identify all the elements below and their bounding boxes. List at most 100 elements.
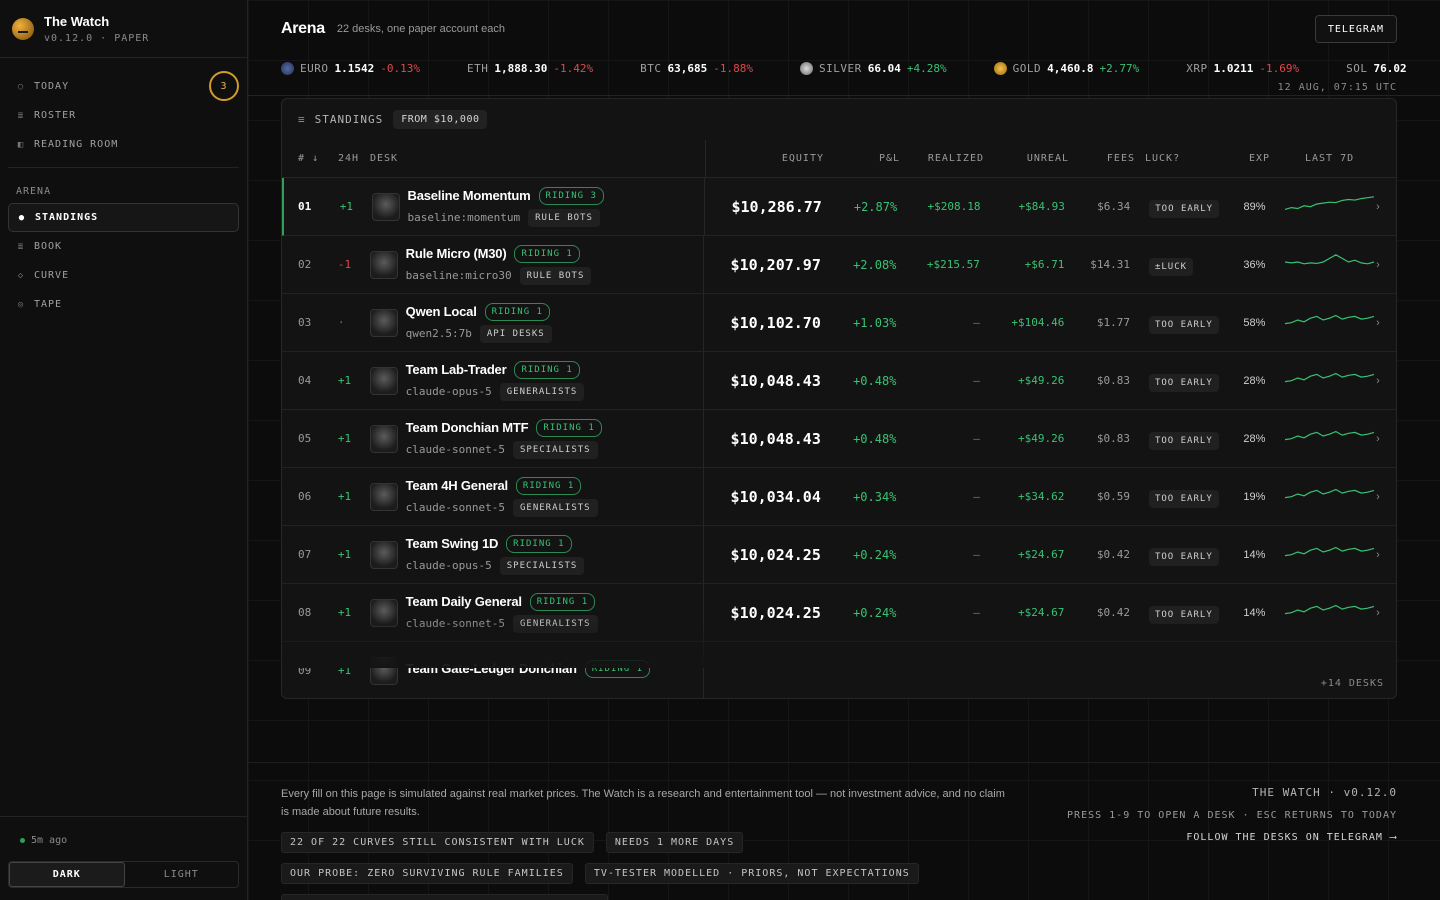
table-row[interactable]: 05 +1 Team Donchian MTF RIDING 1 claude-s… xyxy=(282,410,1396,468)
luck-tag: TOO EARLY xyxy=(1149,199,1220,218)
nav-item-standings[interactable]: ● STANDINGS xyxy=(8,203,239,232)
rank: 08 xyxy=(298,606,312,619)
table-row[interactable]: 08 +1 Team Daily General RIDING 1 claude-… xyxy=(282,584,1396,642)
desk-meta: claude-sonnet-5 GENERALISTS xyxy=(406,614,598,633)
exposure: 28% xyxy=(1243,374,1266,387)
desk-name[interactable]: Rule Micro (M30) xyxy=(406,246,507,261)
ticker-item-euro[interactable]: EURO 1.1542 -0.13% xyxy=(281,61,420,75)
table-row[interactable]: 01 +1 Baseline Momentum RIDING 3 baseline… xyxy=(282,178,1396,236)
col-realized[interactable]: REALIZED xyxy=(900,153,984,164)
realized: +$215.57 xyxy=(926,258,980,271)
table-row[interactable]: 03 · Qwen Local RIDING 1 qwen2.5:7b API DE… xyxy=(282,294,1396,352)
desk-name[interactable]: Team Donchian MTF xyxy=(406,420,529,435)
desk-name-row: Qwen Local RIDING 1 xyxy=(406,302,552,321)
ticker-change: -1.88% xyxy=(713,61,753,75)
desk-meta: claude-opus-5 GENERALISTS xyxy=(406,382,585,401)
brand[interactable]: The Watch v0.12.0 · PAPER xyxy=(0,0,247,58)
ticker-symbol: BTC xyxy=(640,61,662,75)
col-luck[interactable]: LUCK? xyxy=(1135,153,1249,164)
chevron-right-icon[interactable]: › xyxy=(1376,491,1396,503)
ticker-item-gold[interactable]: GOLD 4,460.8 +2.77% xyxy=(993,61,1139,75)
equity: $10,024.25 xyxy=(730,603,821,622)
ticker-item-eth[interactable]: ETH 1,888.30 -1.42% xyxy=(467,62,593,75)
chevron-right-icon[interactable]: › xyxy=(1376,433,1396,445)
col-unreal[interactable]: UNREAL xyxy=(984,153,1069,164)
riding-badge: RIDING 1 xyxy=(515,476,582,495)
pnl: +2.87% xyxy=(853,199,898,214)
col-last7[interactable]: LAST 7D xyxy=(1289,153,1382,164)
realized: – xyxy=(973,490,980,503)
rank-change-24h: +1 xyxy=(339,200,354,213)
chevron-right-icon[interactable]: › xyxy=(1376,259,1396,271)
table-row[interactable]: 09 +1 Team Gate-Ledger Donchian RIDING 1 xyxy=(282,642,1396,698)
chevron-right-icon[interactable]: › xyxy=(1376,201,1396,213)
chevron-right-icon[interactable]: › xyxy=(1376,607,1396,619)
fees: $1.77 xyxy=(1096,316,1130,329)
rank: 02 xyxy=(298,258,312,271)
standings-header: ≡ STANDINGS FROM $10,000 xyxy=(282,99,1396,140)
desk-name[interactable]: Team 4H General xyxy=(406,478,508,493)
logo-icon xyxy=(12,17,34,40)
nav-item-curve[interactable]: ◇ CURVE xyxy=(8,261,239,290)
table-row[interactable]: 04 +1 Team Lab-Trader RIDING 1 claude-opu… xyxy=(282,352,1396,410)
desk-name[interactable]: Baseline Momentum xyxy=(408,188,531,203)
table-row[interactable]: 02 -1 Rule Micro (M30) RIDING 1 baseline:… xyxy=(282,236,1396,294)
nav-item-today[interactable]: ○ TODAY 3 xyxy=(8,71,239,101)
more-desks-link[interactable]: +14 DESKS xyxy=(1321,678,1384,689)
nav-item-roster[interactable]: ≣ ROSTER xyxy=(8,101,239,130)
standings-card: ≡ STANDINGS FROM $10,000 # ↓ 24H DESK EQ… xyxy=(281,98,1397,699)
desk-name[interactable]: Team Lab-Trader xyxy=(406,362,507,377)
desk-name[interactable]: Team Gate-Ledger Donchian xyxy=(406,661,577,676)
footer-chip: NEEDS 1 MORE DAYS xyxy=(605,832,744,853)
sparkline xyxy=(1285,254,1375,265)
pnl: +0.48% xyxy=(853,431,897,446)
chevron-right-icon[interactable]: › xyxy=(1376,375,1396,387)
nav-item-tape[interactable]: ◎ TAPE xyxy=(8,290,239,319)
telegram-follow-link[interactable]: FOLLOW THE DESKS ON TELEGRAM ⟶ xyxy=(1067,832,1397,843)
ticker-item-silver[interactable]: SILVER 66.04 +4.28% xyxy=(799,61,947,75)
desk-group-tag: GENERALISTS xyxy=(499,382,585,401)
standings-title: STANDINGS xyxy=(314,113,384,126)
theme-dark-button[interactable]: DARK xyxy=(9,862,125,887)
luck-tag: TOO EARLY xyxy=(1148,605,1219,624)
table-row[interactable]: 06 +1 Team 4H General RIDING 1 claude-son… xyxy=(282,468,1396,526)
col-rank[interactable]: # ↓ xyxy=(282,153,322,164)
unrealized: +$34.62 xyxy=(1018,490,1065,503)
telegram-button[interactable]: TELEGRAM xyxy=(1314,15,1397,43)
col-fees[interactable]: FEES xyxy=(1069,153,1135,164)
col-exp[interactable]: EXP xyxy=(1249,153,1289,164)
desk-name[interactable]: Team Swing 1D xyxy=(406,536,499,551)
gold-coin-icon xyxy=(993,61,1007,75)
ticker-item-btc[interactable]: BTC 63,685 -1.88% xyxy=(640,62,753,75)
chevron-right-icon[interactable]: › xyxy=(1376,317,1396,329)
desk-model: claude-opus-5 xyxy=(405,559,492,572)
avatar xyxy=(371,192,400,221)
chevron-right-icon[interactable]: › xyxy=(1376,549,1396,561)
col-equity[interactable]: EQUITY xyxy=(706,153,828,164)
desk-name[interactable]: Qwen Local xyxy=(406,304,477,319)
unrealized: +$104.46 xyxy=(1011,316,1065,329)
page-title: Arena xyxy=(281,20,325,37)
rank: 07 xyxy=(298,548,312,561)
ticker-symbol: EURO xyxy=(300,61,329,75)
ticker-change: +4.28% xyxy=(906,61,947,75)
luck-cell: TOO EARLY xyxy=(1130,602,1243,624)
realized: – xyxy=(973,606,980,619)
nav-item-reading-room[interactable]: ◧ READING ROOM xyxy=(8,130,239,159)
sparkline-cell xyxy=(1283,309,1376,336)
ticker-item-sol[interactable]: SOL 76.02 xyxy=(1346,62,1413,75)
today-count-badge: 3 xyxy=(209,71,239,101)
col-desk[interactable]: DESK xyxy=(370,139,706,178)
table-row[interactable]: 07 +1 Team Swing 1D RIDING 1 claude-opus-… xyxy=(282,526,1396,584)
main-nav: ○ TODAY 3 ≣ ROSTER ◧ READING ROOM xyxy=(8,58,239,168)
desk-meta: claude-sonnet-5 GENERALISTS xyxy=(406,498,598,517)
col-pnl[interactable]: P&L xyxy=(828,153,900,164)
theme-light-button[interactable]: LIGHT xyxy=(125,862,239,887)
diamond-icon: ◇ xyxy=(17,270,25,281)
rank-change-24h: -1 xyxy=(337,258,352,271)
ticker-item-xrp[interactable]: XRP 1.0211 -1.69% xyxy=(1186,62,1299,75)
nav-item-book[interactable]: ≣ BOOK xyxy=(8,232,239,261)
col-24h[interactable]: 24H xyxy=(322,153,370,164)
desk-name[interactable]: Team Daily General xyxy=(406,594,522,609)
footer-brand: THE WATCH · v0.12.0 xyxy=(1252,786,1397,799)
